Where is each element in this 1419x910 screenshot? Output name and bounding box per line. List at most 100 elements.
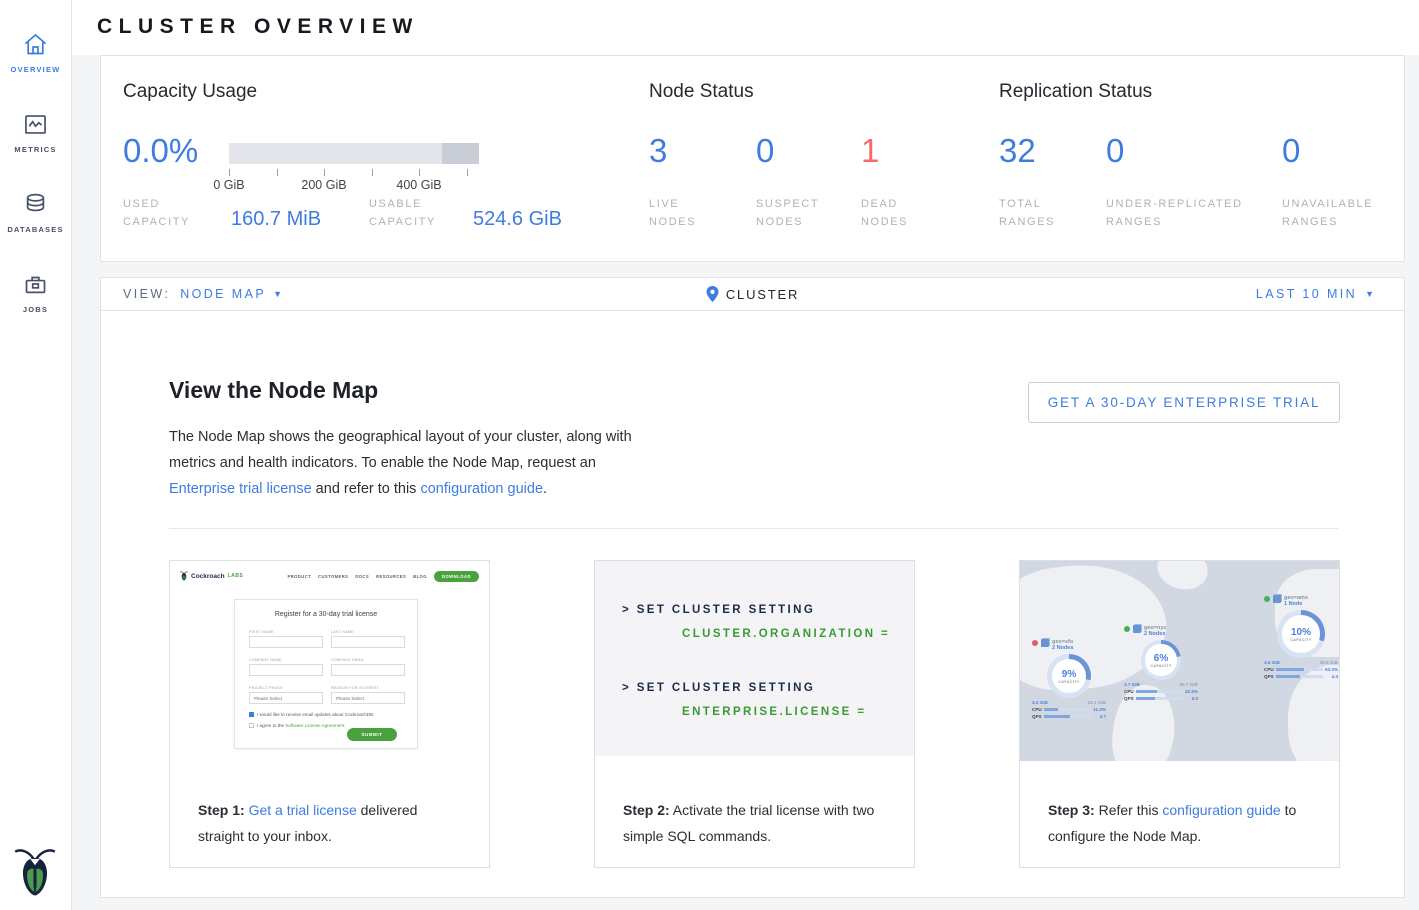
- live-nodes-value: 3: [649, 132, 667, 170]
- configuration-guide-link[interactable]: configuration guide: [420, 481, 543, 497]
- map-land: [1288, 665, 1339, 761]
- map-pin-icon: [706, 286, 719, 302]
- trial-registration-form: Register for a 30-day trial license FIRS…: [234, 599, 418, 749]
- gauge-tick-label: 200 GiB: [289, 178, 359, 192]
- node-status-dot-red: [1032, 640, 1038, 646]
- divider: [169, 528, 1338, 529]
- section-heading: View the Node Map: [169, 377, 378, 404]
- enterprise-trial-license-link[interactable]: Enterprise trial license: [169, 481, 312, 497]
- step1-card: Cockroach LABS PRODUCT CUSTOMERS DOCS RE…: [169, 560, 490, 868]
- sidebar-item-label: DATABASES: [7, 225, 63, 234]
- gauge-tick-label: 400 GiB: [384, 178, 454, 192]
- databases-icon: [22, 191, 49, 218]
- locality-bubble-ams[interactable]: geo=ams 1 Node 10% CAPACITY 3.6 GiB36.6 …: [1260, 595, 1339, 679]
- step2-caption: Step 2: Activate the trial license with …: [623, 797, 890, 849]
- cockroachdb-logo: [14, 848, 56, 896]
- capacity-ring: 10% CAPACITY: [1277, 610, 1325, 658]
- unavailable-ranges-label: UNAVAILABLERANGES: [1282, 195, 1373, 231]
- sidebar-item-label: OVERVIEW: [11, 65, 61, 74]
- time-range-dropdown[interactable]: LAST 10 MIN ▼: [1256, 278, 1374, 310]
- nodes-cube-icon: [1273, 595, 1281, 603]
- gauge-tick: [419, 169, 420, 176]
- step1-caption: Step 1: Get a trial license delivered st…: [198, 797, 465, 849]
- enterprise-trial-button[interactable]: GET A 30-DAY ENTERPRISE TRIAL: [1028, 382, 1340, 423]
- gauge-tick: [277, 169, 278, 176]
- mini-input: [249, 664, 323, 676]
- mini-nav-item: PRODUCT: [288, 574, 312, 579]
- gauge-tick: [324, 169, 325, 176]
- sql-setting: CLUSTER.ORGANIZATION =: [682, 628, 890, 640]
- capacity-ring: 6% CAPACITY: [1141, 640, 1181, 680]
- sql-prompt: > SET CLUSTER SETTING: [622, 604, 815, 616]
- view-bar: VIEW: NODE MAP ▼ CLUSTER LAST 10 MIN ▼: [100, 277, 1405, 311]
- home-icon: [22, 31, 49, 58]
- sidebar-item-label: METRICS: [14, 145, 56, 154]
- sql-commands-block: > SET CLUSTER SETTING CLUSTER.ORGANIZATI…: [595, 561, 914, 756]
- nodes-cube-icon: [1041, 639, 1049, 647]
- unavailable-ranges-value: 0: [1282, 132, 1300, 170]
- node-map-panel: View the Node Map The Node Map shows the…: [100, 311, 1405, 898]
- step3-card: geo=sfo 2 Nodes 9% CAPACITY 3.2 GiB33.1 …: [1019, 560, 1340, 868]
- mini-input: [331, 664, 405, 676]
- mini-select: Please Select: [249, 692, 323, 704]
- configuration-guide-link[interactable]: configuration guide: [1162, 802, 1280, 818]
- breadcrumb-cluster[interactable]: CLUSTER: [726, 287, 799, 302]
- node-map-preview: geo=sfo 2 Nodes 9% CAPACITY 3.2 GiB33.1 …: [1020, 561, 1339, 761]
- mini-select: Please Select: [331, 692, 405, 704]
- gauge-tick-label: 0 GiB: [194, 178, 264, 192]
- capacity-gauge-reserved-segment: [442, 143, 480, 164]
- total-ranges-label: TOTALRANGES: [999, 195, 1055, 231]
- mini-download-button: DOWNLOAD: [434, 571, 479, 582]
- sidebar-item-databases[interactable]: DATABASES: [0, 172, 72, 252]
- used-capacity-label: USEDCAPACITY: [123, 195, 190, 231]
- get-trial-license-link[interactable]: Get a trial license: [249, 802, 357, 818]
- nodes-cube-icon: [1133, 625, 1141, 633]
- replication-status-title: Replication Status: [999, 81, 1152, 103]
- sidebar: OVERVIEW METRICS DATABASES JOBS: [0, 0, 72, 910]
- mini-checkbox-checked: [249, 712, 254, 717]
- total-ranges-value: 32: [999, 132, 1036, 170]
- locality-bubble-sfo[interactable]: geo=sfo 2 Nodes 9% CAPACITY 3.2 GiB33.1 …: [1028, 639, 1110, 719]
- dead-nodes-value: 1: [861, 132, 879, 170]
- sidebar-item-jobs[interactable]: JOBS: [0, 252, 72, 332]
- dead-nodes-label: DEADNODES: [861, 195, 908, 231]
- page-title: CLUSTER OVERVIEW: [97, 15, 419, 39]
- under-replicated-ranges-label: UNDER-REPLICATEDRANGES: [1106, 195, 1243, 231]
- mini-checkbox-unchecked: [249, 723, 254, 728]
- gauge-tick: [372, 169, 373, 176]
- locality-bubble-nyc[interactable]: geo=nyc 2 Nodes 6% CAPACITY 3.7 GiB65.7 …: [1120, 625, 1202, 701]
- sidebar-item-metrics[interactable]: METRICS: [0, 92, 72, 172]
- node-status-dot-green: [1264, 596, 1270, 602]
- suspect-nodes-value: 0: [756, 132, 774, 170]
- trial-registration-screenshot: Cockroach LABS PRODUCT CUSTOMERS DOCS RE…: [170, 561, 489, 761]
- sidebar-item-label: JOBS: [23, 305, 48, 314]
- mini-input: [249, 636, 323, 648]
- page-header: CLUSTER OVERVIEW: [72, 0, 1419, 55]
- cockroach-labs-brand: Cockroach LABS: [180, 571, 243, 581]
- sidebar-item-overview[interactable]: OVERVIEW: [0, 12, 72, 92]
- node-status-title: Node Status: [649, 81, 754, 103]
- used-capacity-value: 160.7 MiB: [231, 208, 321, 231]
- jobs-icon: [22, 271, 49, 298]
- capacity-gauge: [229, 143, 479, 164]
- live-nodes-label: LIVENODES: [649, 195, 696, 231]
- form-title: Register for a 30-day trial license: [235, 611, 417, 618]
- main-content: CLUSTER OVERVIEW Capacity Usage 0.0% 0 G…: [72, 0, 1419, 910]
- capacity-percent: 0.0%: [123, 132, 198, 170]
- mini-nav-item: BLOG: [413, 574, 427, 579]
- suspect-nodes-label: SUSPECTNODES: [756, 195, 819, 231]
- capacity-usage-title: Capacity Usage: [123, 81, 257, 103]
- section-description: The Node Map shows the geographical layo…: [169, 424, 632, 502]
- capacity-ring: 9% CAPACITY: [1047, 654, 1091, 698]
- step2-card: > SET CLUSTER SETTING CLUSTER.ORGANIZATI…: [594, 560, 915, 868]
- sql-setting: ENTERPRISE.LICENSE =: [682, 706, 866, 718]
- node-status-dot-green: [1124, 626, 1130, 632]
- cockroach-mini-logo-icon: [180, 571, 188, 581]
- mini-submit-button: SUBMIT: [347, 728, 397, 741]
- usable-capacity-label: USABLECAPACITY: [369, 195, 436, 231]
- under-replicated-ranges-value: 0: [1106, 132, 1124, 170]
- usable-capacity-value: 524.6 GiB: [473, 208, 562, 231]
- mini-nav-item: CUSTOMERS: [318, 574, 348, 579]
- mini-nav-item: RESOURCES: [376, 574, 406, 579]
- metrics-icon: [22, 111, 49, 138]
